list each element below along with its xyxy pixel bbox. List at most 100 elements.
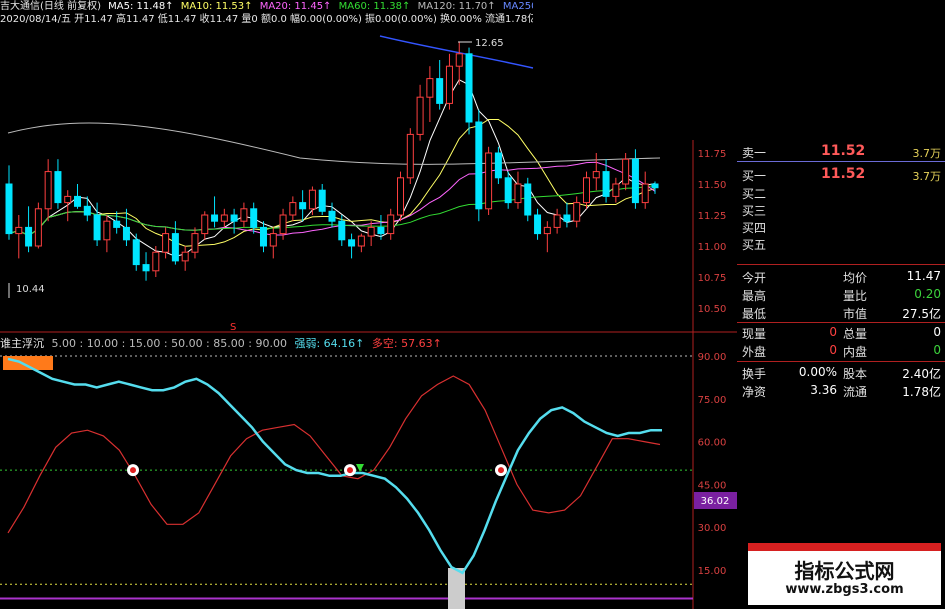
- buy-label: 买五: [742, 238, 767, 252]
- buy-label: 买一: [742, 169, 767, 183]
- orderbook-buy-5[interactable]: 买五: [739, 234, 943, 253]
- stat-label: 最低: [742, 307, 767, 321]
- hidden-region-volume: [289, 276, 654, 328]
- candle-body: [357, 235, 365, 247]
- stat-value: 0.00%: [798, 365, 837, 379]
- candle-body: [64, 195, 72, 204]
- candle-body: [534, 214, 542, 235]
- stat-label: 市值: [843, 307, 868, 321]
- stat-value: 0.20: [914, 287, 941, 301]
- sell-label: 卖一: [742, 146, 767, 160]
- indicator-levels: 5.00 : 10.00 : 15.00 : 50.00 : 85.00 : 9…: [51, 337, 287, 350]
- buy-signal-dot: [347, 467, 353, 474]
- price-axis-label: 11.50: [698, 180, 727, 191]
- candle-body: [5, 183, 13, 235]
- candle-body: [93, 214, 101, 241]
- candle-body: [494, 152, 502, 179]
- candle-body: [436, 78, 444, 104]
- candle-body: [269, 233, 277, 247]
- stat-label: 流通: [843, 385, 868, 399]
- candle-body: [54, 171, 62, 204]
- longshort-value: 多空: 57.63↑: [371, 337, 442, 350]
- candle-body: [622, 158, 630, 185]
- sell-volume: 3.7万: [912, 147, 942, 160]
- candle-body: [162, 233, 170, 253]
- stat-label: 换手: [742, 367, 767, 381]
- stat-label: 总量: [843, 327, 868, 341]
- candle-body: [103, 220, 111, 241]
- candle-body: [142, 264, 150, 272]
- candle-body: [514, 183, 522, 204]
- stats-row: 今开 均价 11.47: [739, 268, 943, 285]
- watermark-url: www.zbgs3.com: [785, 582, 904, 597]
- candle-body: [338, 220, 346, 241]
- stats-row: 最低 市值 27.5亿: [739, 304, 943, 321]
- candle-body: [34, 208, 42, 247]
- candle-body: [250, 208, 258, 228]
- candle-body: [641, 183, 649, 204]
- indicator-axis-label: 75.00: [698, 395, 727, 406]
- candle-body: [308, 189, 316, 210]
- candle-body: [426, 78, 434, 98]
- indicator-axis-label: 60.00: [698, 438, 727, 449]
- stat-value: 2.40亿: [902, 367, 941, 381]
- stat-value: 1.78亿: [902, 385, 941, 399]
- candle-body: [475, 121, 483, 210]
- stats-divider: [737, 322, 945, 323]
- candle-body: [132, 239, 140, 266]
- stats-row: 净资 3.36 流通 1.78亿: [739, 382, 943, 399]
- site-watermark: 指标公式网 www.zbgs3.com: [748, 543, 941, 605]
- candle-body: [113, 220, 121, 228]
- stats-row: 现量 0 总量 0: [739, 324, 943, 341]
- candle-body: [240, 208, 248, 222]
- indicator-axis-label: 30.00: [698, 523, 727, 534]
- candle-body: [582, 177, 590, 204]
- candle-body: [592, 171, 600, 179]
- candle-body: [279, 214, 287, 235]
- stat-label: 现量: [742, 327, 767, 341]
- candle-body: [44, 171, 52, 210]
- candle-body: [171, 233, 179, 262]
- candle-body: [299, 202, 307, 210]
- candle-body: [191, 233, 199, 253]
- indicator-axis-label: 90.00: [698, 352, 727, 363]
- price-axis-label: 10.75: [698, 273, 727, 284]
- candle-body: [259, 226, 267, 247]
- candle-body: [406, 133, 414, 179]
- stat-value: 0: [829, 343, 837, 357]
- candle-body: [211, 214, 219, 222]
- price-axis-label: 10.50: [698, 304, 727, 315]
- candle-body: [563, 214, 571, 222]
- stat-label: 最高: [742, 289, 767, 303]
- candle-body: [631, 158, 639, 204]
- candle-body: [455, 53, 463, 67]
- candlestick-chart[interactable]: 90.00 75.00 60.00 45.00 30.00 15.00 36.02 11.7…: [0, 0, 737, 609]
- candle-body: [573, 202, 581, 222]
- orderbook-buy-1[interactable]: 买一 11.52 3.7万: [739, 165, 943, 184]
- candle-body: [318, 189, 326, 212]
- stat-value: 27.5亿: [902, 307, 941, 321]
- candle-body: [152, 251, 160, 272]
- stats-divider: [737, 264, 945, 265]
- top-zone-block: [3, 356, 53, 370]
- candle-body: [387, 214, 395, 235]
- candle-body: [83, 205, 91, 216]
- candle-body: [602, 171, 610, 197]
- high-price-label: 12.65: [475, 38, 504, 49]
- candle-body: [74, 195, 82, 207]
- orderbook-sell-1[interactable]: 卖一 11.52 3.7万: [739, 142, 943, 161]
- price-axis-label: 11.25: [698, 211, 727, 222]
- candle-body: [289, 202, 297, 216]
- orderbook-divider: [737, 161, 945, 162]
- candle-body: [524, 183, 532, 216]
- stat-value: 0: [829, 325, 837, 339]
- stat-label: 量比: [843, 289, 868, 303]
- longshort-line: [7, 375, 661, 534]
- candle-body: [553, 214, 561, 228]
- candle-body: [230, 214, 238, 222]
- strength-value: 强弱: 64.16↑: [294, 337, 365, 350]
- buy-volume: 3.7万: [912, 170, 942, 183]
- candle-body: [612, 183, 620, 197]
- stat-value: 11.47: [906, 269, 941, 283]
- watermark-bar: [748, 543, 941, 551]
